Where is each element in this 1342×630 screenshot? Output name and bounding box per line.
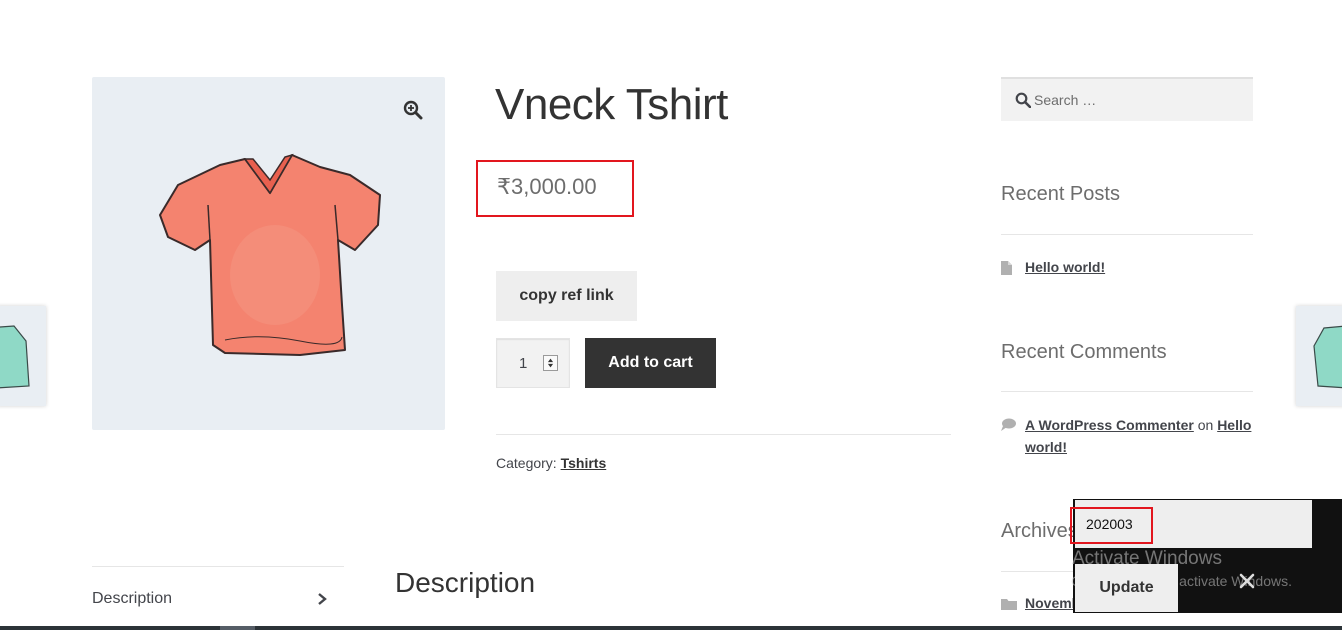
chevron-right-icon [318,593,327,605]
description-heading: Description [395,567,536,598]
tab-divider [92,566,344,567]
category-link[interactable]: Tshirts [561,455,607,471]
previous-product-thumbnail[interactable] [0,306,46,406]
comment-bubble-icon [1001,418,1016,431]
product-category: Category: Tshirts [496,455,606,471]
archive-item-link[interactable]: Novemb [1025,595,1080,611]
add-to-cart-button[interactable]: Add to cart [585,338,716,388]
search-icon [1015,92,1031,108]
product-price: ₹3,000.00 [497,174,597,199]
hoodie-thumbnail-icon [0,325,30,389]
category-label: Category: [496,455,561,471]
comment-joiner: on [1193,417,1218,433]
zoom-icon[interactable] [403,100,423,120]
update-button[interactable]: Update [1075,564,1178,612]
quantity-input[interactable] [496,338,570,388]
archives-title: Archives [1001,520,1078,542]
document-icon [1001,261,1012,275]
hoodie-thumbnail-icon [1313,325,1342,389]
quantity-stepper-icon[interactable] [543,355,558,371]
folder-icon [1001,599,1017,610]
close-icon[interactable] [1239,573,1255,589]
recent-comments-title: Recent Comments [1001,341,1167,363]
bottom-toolbar-handle [220,626,255,630]
bottom-toolbar [0,626,1342,630]
summary-divider [496,434,951,435]
vneck-tshirt-image[interactable] [150,145,390,365]
copy-ref-link-button[interactable]: copy ref link [496,271,637,321]
next-product-thumbnail[interactable] [1296,306,1342,406]
tab-description[interactable]: Description [92,590,172,608]
recent-comment: A WordPress Commenter on Hello world! [1025,414,1253,458]
widget-divider [1001,391,1253,392]
ref-code-highlight-box [1070,507,1153,544]
comment-author-link[interactable]: A WordPress Commenter [1025,417,1194,433]
recent-posts-title: Recent Posts [1001,183,1120,205]
recent-post-link[interactable]: Hello world! [1025,259,1105,275]
product-title: Vneck Tshirt [495,80,728,129]
quantity-value: 1 [519,355,528,372]
search-input[interactable] [1034,84,1244,116]
widget-divider [1001,234,1253,235]
